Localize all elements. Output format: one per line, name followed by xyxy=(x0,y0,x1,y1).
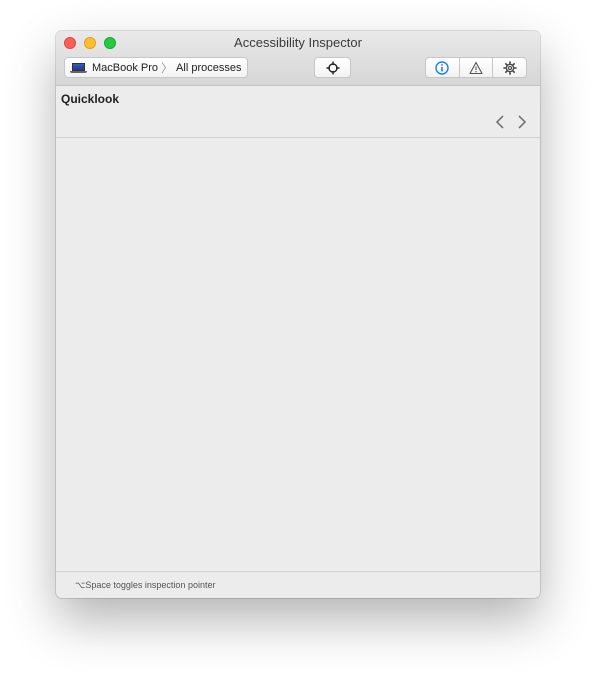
inspector-mode-segmented-control xyxy=(425,57,527,78)
inspection-mode-segment[interactable] xyxy=(426,58,460,77)
chevron-left-icon[interactable] xyxy=(493,114,507,130)
chevron-right-icon[interactable] xyxy=(515,114,529,130)
device-label: MacBook Pro xyxy=(92,61,159,74)
window-title: Accessibility Inspector xyxy=(234,35,362,50)
target-selector-button[interactable]: MacBook Pro 〉 All processes xyxy=(64,57,248,78)
title-bar: Accessibility Inspector MacBook Pro 〉 Al… xyxy=(56,31,540,86)
warning-icon xyxy=(469,61,483,74)
inspection-pointer-button[interactable] xyxy=(314,57,351,78)
settings-mode-segment[interactable] xyxy=(493,58,526,77)
process-label: All processes xyxy=(176,61,242,74)
info-icon xyxy=(435,60,450,75)
laptop-icon xyxy=(70,62,87,73)
quicklook-heading: Quicklook xyxy=(61,92,120,106)
status-hint: ⌥Space toggles inspection pointer xyxy=(75,580,216,590)
audit-mode-segment[interactable] xyxy=(460,58,494,77)
inspector-window: Accessibility Inspector MacBook Pro 〉 Al… xyxy=(56,31,540,598)
chevron-separator-icon: 〉 xyxy=(161,61,174,75)
gear-icon xyxy=(502,60,517,75)
status-bar-divider xyxy=(56,571,540,572)
quicklook-divider xyxy=(56,137,540,138)
crosshair-icon xyxy=(326,61,339,74)
